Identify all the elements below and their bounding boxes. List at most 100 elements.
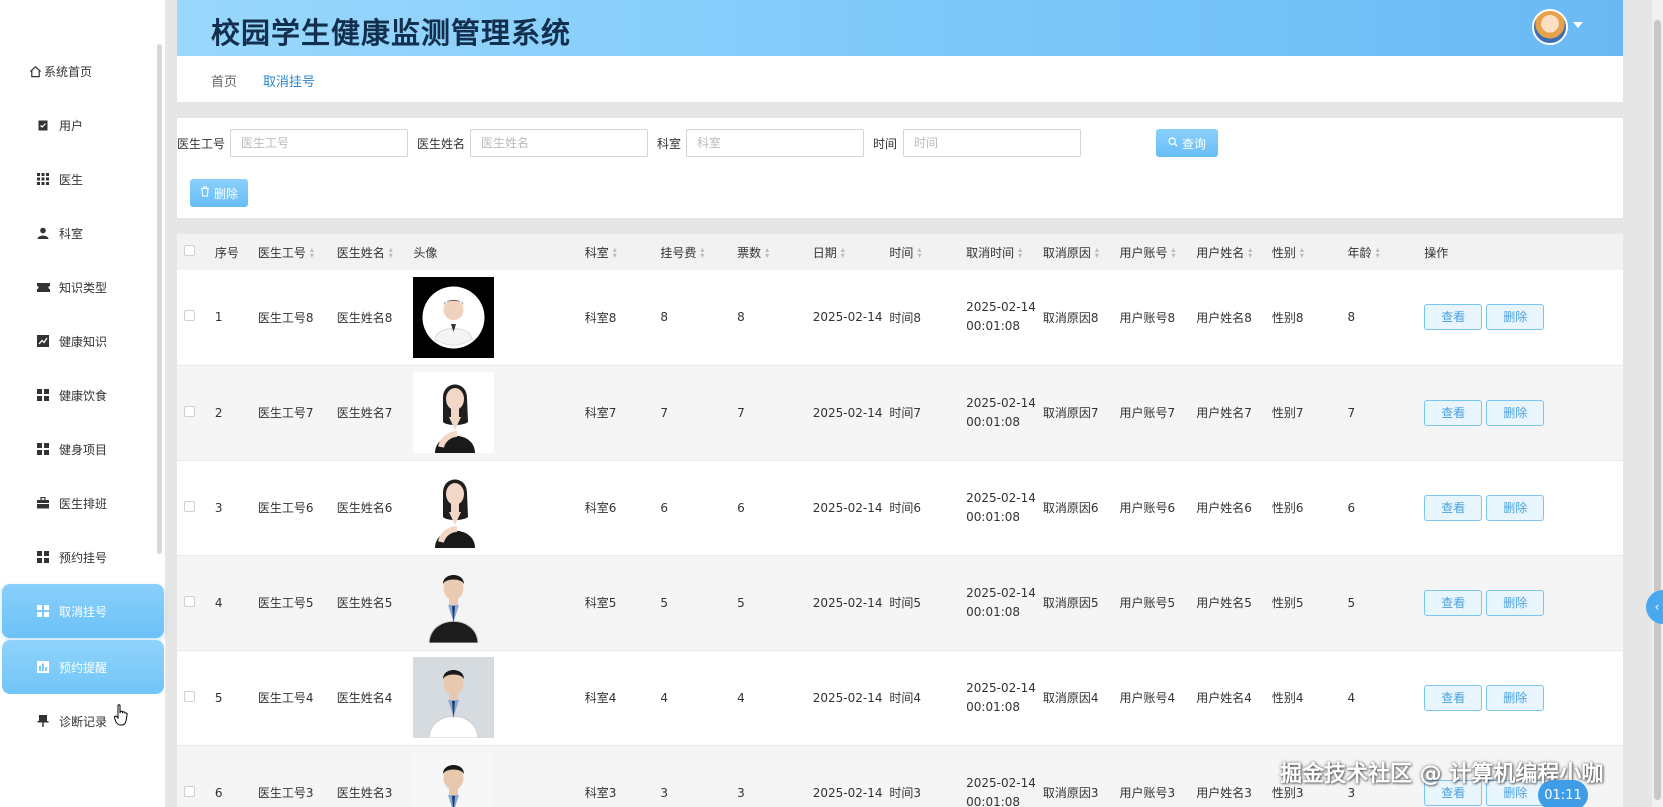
cell-age: 8 [1347,310,1356,325]
sidebar-item-cancel-appointment[interactable]: 取消挂号 [2,584,164,638]
sidebar-item-diagnosis[interactable]: 诊断记录 [2,694,164,748]
cell-user-name: 用户姓名3 [1196,786,1252,800]
row-checkbox[interactable] [184,405,195,417]
sidebar-item-healthy-diet[interactable]: 健康饮食 [2,368,164,422]
hand-cursor-icon [114,704,128,726]
cell-user-name: 用户姓名7 [1196,406,1252,420]
col-header-fee[interactable]: 挂号费 ▴ ▾ [660,234,738,270]
sidebar-item-label: 用户 [59,118,84,133]
sidebar-item-doctor-schedule[interactable]: 医生排班 [2,476,164,530]
cell-fee: 5 [660,595,668,610]
sidebar-item-reminders[interactable]: 预约提醒 [2,640,164,694]
table-row[interactable]: 1 医生工号8 医生姓名8 科室8 8 8 2025-02-14 时间8 2025-02-14 0… [177,270,1623,366]
cell-age: 5 [1347,595,1356,610]
cell-account: 用户账号4 [1119,691,1176,705]
view-button[interactable]: 查看 [1424,589,1483,616]
cell-user-name: 用户姓名8 [1196,310,1252,325]
col-header-age[interactable]: 年龄 ▴ ▾ [1347,234,1425,270]
side-toggle-button[interactable]: ‹ [1646,590,1663,624]
col-header-date[interactable]: 日期 ▴ ▾ [812,234,890,270]
cell-age: 7 [1347,405,1356,420]
col-header-time[interactable]: 时间 ▴ ▾ [889,234,967,270]
col-header-cancel-time[interactable]: 取消时间 ▴ ▾ [966,234,1043,270]
sidebar-item-knowledge-types[interactable]: 知识类型 [2,260,164,314]
department-input[interactable] [686,129,864,157]
delete-button[interactable]: 删除 [1486,399,1545,426]
col-header-account[interactable]: 用户账号 ▴ ▾ [1119,234,1197,270]
cell-time: 时间6 [889,501,922,515]
cell-cancel-reason: 取消原因6 [1042,501,1099,515]
col-header-doctor-id[interactable]: 医生工号 ▴ ▾ [257,234,337,270]
cell-cancel-time: 2025-02-14 00:01:08 [966,490,1036,524]
col-header-gender[interactable]: 性别 ▴ ▾ [1271,234,1348,270]
col-header-user-name[interactable]: 用户姓名 ▴ ▾ [1196,234,1272,270]
view-button[interactable]: 查看 [1424,494,1483,521]
sidebar-scrollbar[interactable] [157,44,162,554]
delete-button[interactable]: 删除 [1486,304,1545,331]
batch-delete-button[interactable]: 删除 [190,179,248,207]
time-input[interactable] [903,129,1081,157]
row-checkbox[interactable] [184,310,195,322]
view-button[interactable]: 查看 [1424,684,1483,711]
col-header-department[interactable]: 科室 ▴ ▾ [584,234,661,270]
cell-fee: 8 [660,310,668,325]
cell-no: 4 [214,595,223,610]
cell-no: 6 [214,785,223,800]
table-row[interactable]: 4 医生工号5 医生姓名5 科室5 5 5 2025-02-14 时间5 2025-02-14 0… [177,555,1623,651]
query-button[interactable]: 查询 [1156,129,1218,157]
avatar[interactable] [1532,9,1568,45]
doctor-id-input[interactable] [230,129,408,157]
breadcrumb-home[interactable]: 首页 [211,71,237,90]
apps-icon [36,604,50,618]
table-row[interactable]: 2 医生工号7 医生姓名7 科室7 7 7 2025-02-14 时间7 2025-02-14 0… [177,365,1623,461]
cell-doctor-id: 医生工号5 [257,596,314,610]
cell-date: 2025-02-14 [812,690,883,705]
cell-department: 科室4 [584,691,617,705]
sidebar-item-label: 诊断记录 [59,714,108,729]
cell-doctor-name: 医生姓名8 [336,310,393,325]
page-scrollbar[interactable] [1654,20,1661,800]
cell-department: 科室8 [584,310,617,325]
delete-button[interactable]: 删除 [1486,494,1545,521]
doctor-name-input[interactable] [470,129,648,157]
grid-icon [36,172,50,186]
sidebar-item-doctors[interactable]: 医生 [2,152,164,206]
row-checkbox[interactable] [184,785,195,797]
col-header-tickets[interactable]: 票数 ▴ ▾ [737,234,813,270]
col-header-actions: 操作 [1424,234,1623,270]
view-button[interactable]: 查看 [1424,399,1483,426]
cell-doctor-name: 医生姓名3 [336,786,393,800]
delete-button[interactable]: 删除 [1486,589,1545,616]
caret-down-icon[interactable] [1573,22,1583,28]
home-icon [28,64,42,78]
sidebar-item-users[interactable]: 用户 [2,98,164,152]
sidebar-item-label: 预约挂号 [59,550,108,565]
sort-icon: ▴ ▾ [840,245,845,260]
cell-date: 2025-02-14 [812,595,883,610]
sidebar-item-appointments[interactable]: 预约挂号 [2,530,164,584]
view-button[interactable]: 查看 [1424,304,1483,331]
cell-fee: 4 [660,690,668,705]
table-header-row: 序号 医生工号 ▴ ▾ 医生姓名 ▴ ▾ 头像 科室 ▴ ▾ 挂号费 ▴ ▾ 票数 ▴ ▾ 日期 ▴ ▾… [177,234,1623,270]
table-row[interactable]: 5 医生工号4 医生姓名4 科室4 4 4 2025-02-14 时间4 2025-02-14 0… [177,650,1623,746]
row-checkbox[interactable] [184,500,195,512]
row-checkbox[interactable] [184,690,195,702]
time-label: 时间 [873,137,898,151]
table-row[interactable]: 3 医生工号6 医生姓名6 科室6 6 6 2025-02-14 时间6 2025-02-14 0… [177,460,1623,556]
sidebar-item-departments[interactable]: 科室 [2,206,164,260]
col-header-doctor-name[interactable]: 医生姓名 ▴ ▾ [336,234,414,270]
cell-cancel-reason: 取消原因7 [1042,406,1099,420]
pushpin-icon [36,714,50,728]
sidebar-item-health-knowledge[interactable]: 健康知识 [2,314,164,368]
sidebar-item-label: 系统首页 [44,64,93,79]
sort-icon: ▴ ▾ [309,245,314,260]
row-checkbox[interactable] [184,595,195,607]
doctor-name-label: 医生姓名 [417,137,466,151]
cell-account: 用户账号7 [1119,406,1176,420]
delete-button[interactable]: 删除 [1486,684,1545,711]
select-all-checkbox[interactable] [184,245,195,256]
sidebar-item-fitness[interactable]: 健身项目 [2,422,164,476]
sidebar-item-home[interactable]: 系统首页 [2,44,164,98]
col-header-cancel-reason[interactable]: 取消原因 ▴ ▾ [1042,234,1120,270]
cell-doctor-id: 医生工号4 [257,691,314,705]
